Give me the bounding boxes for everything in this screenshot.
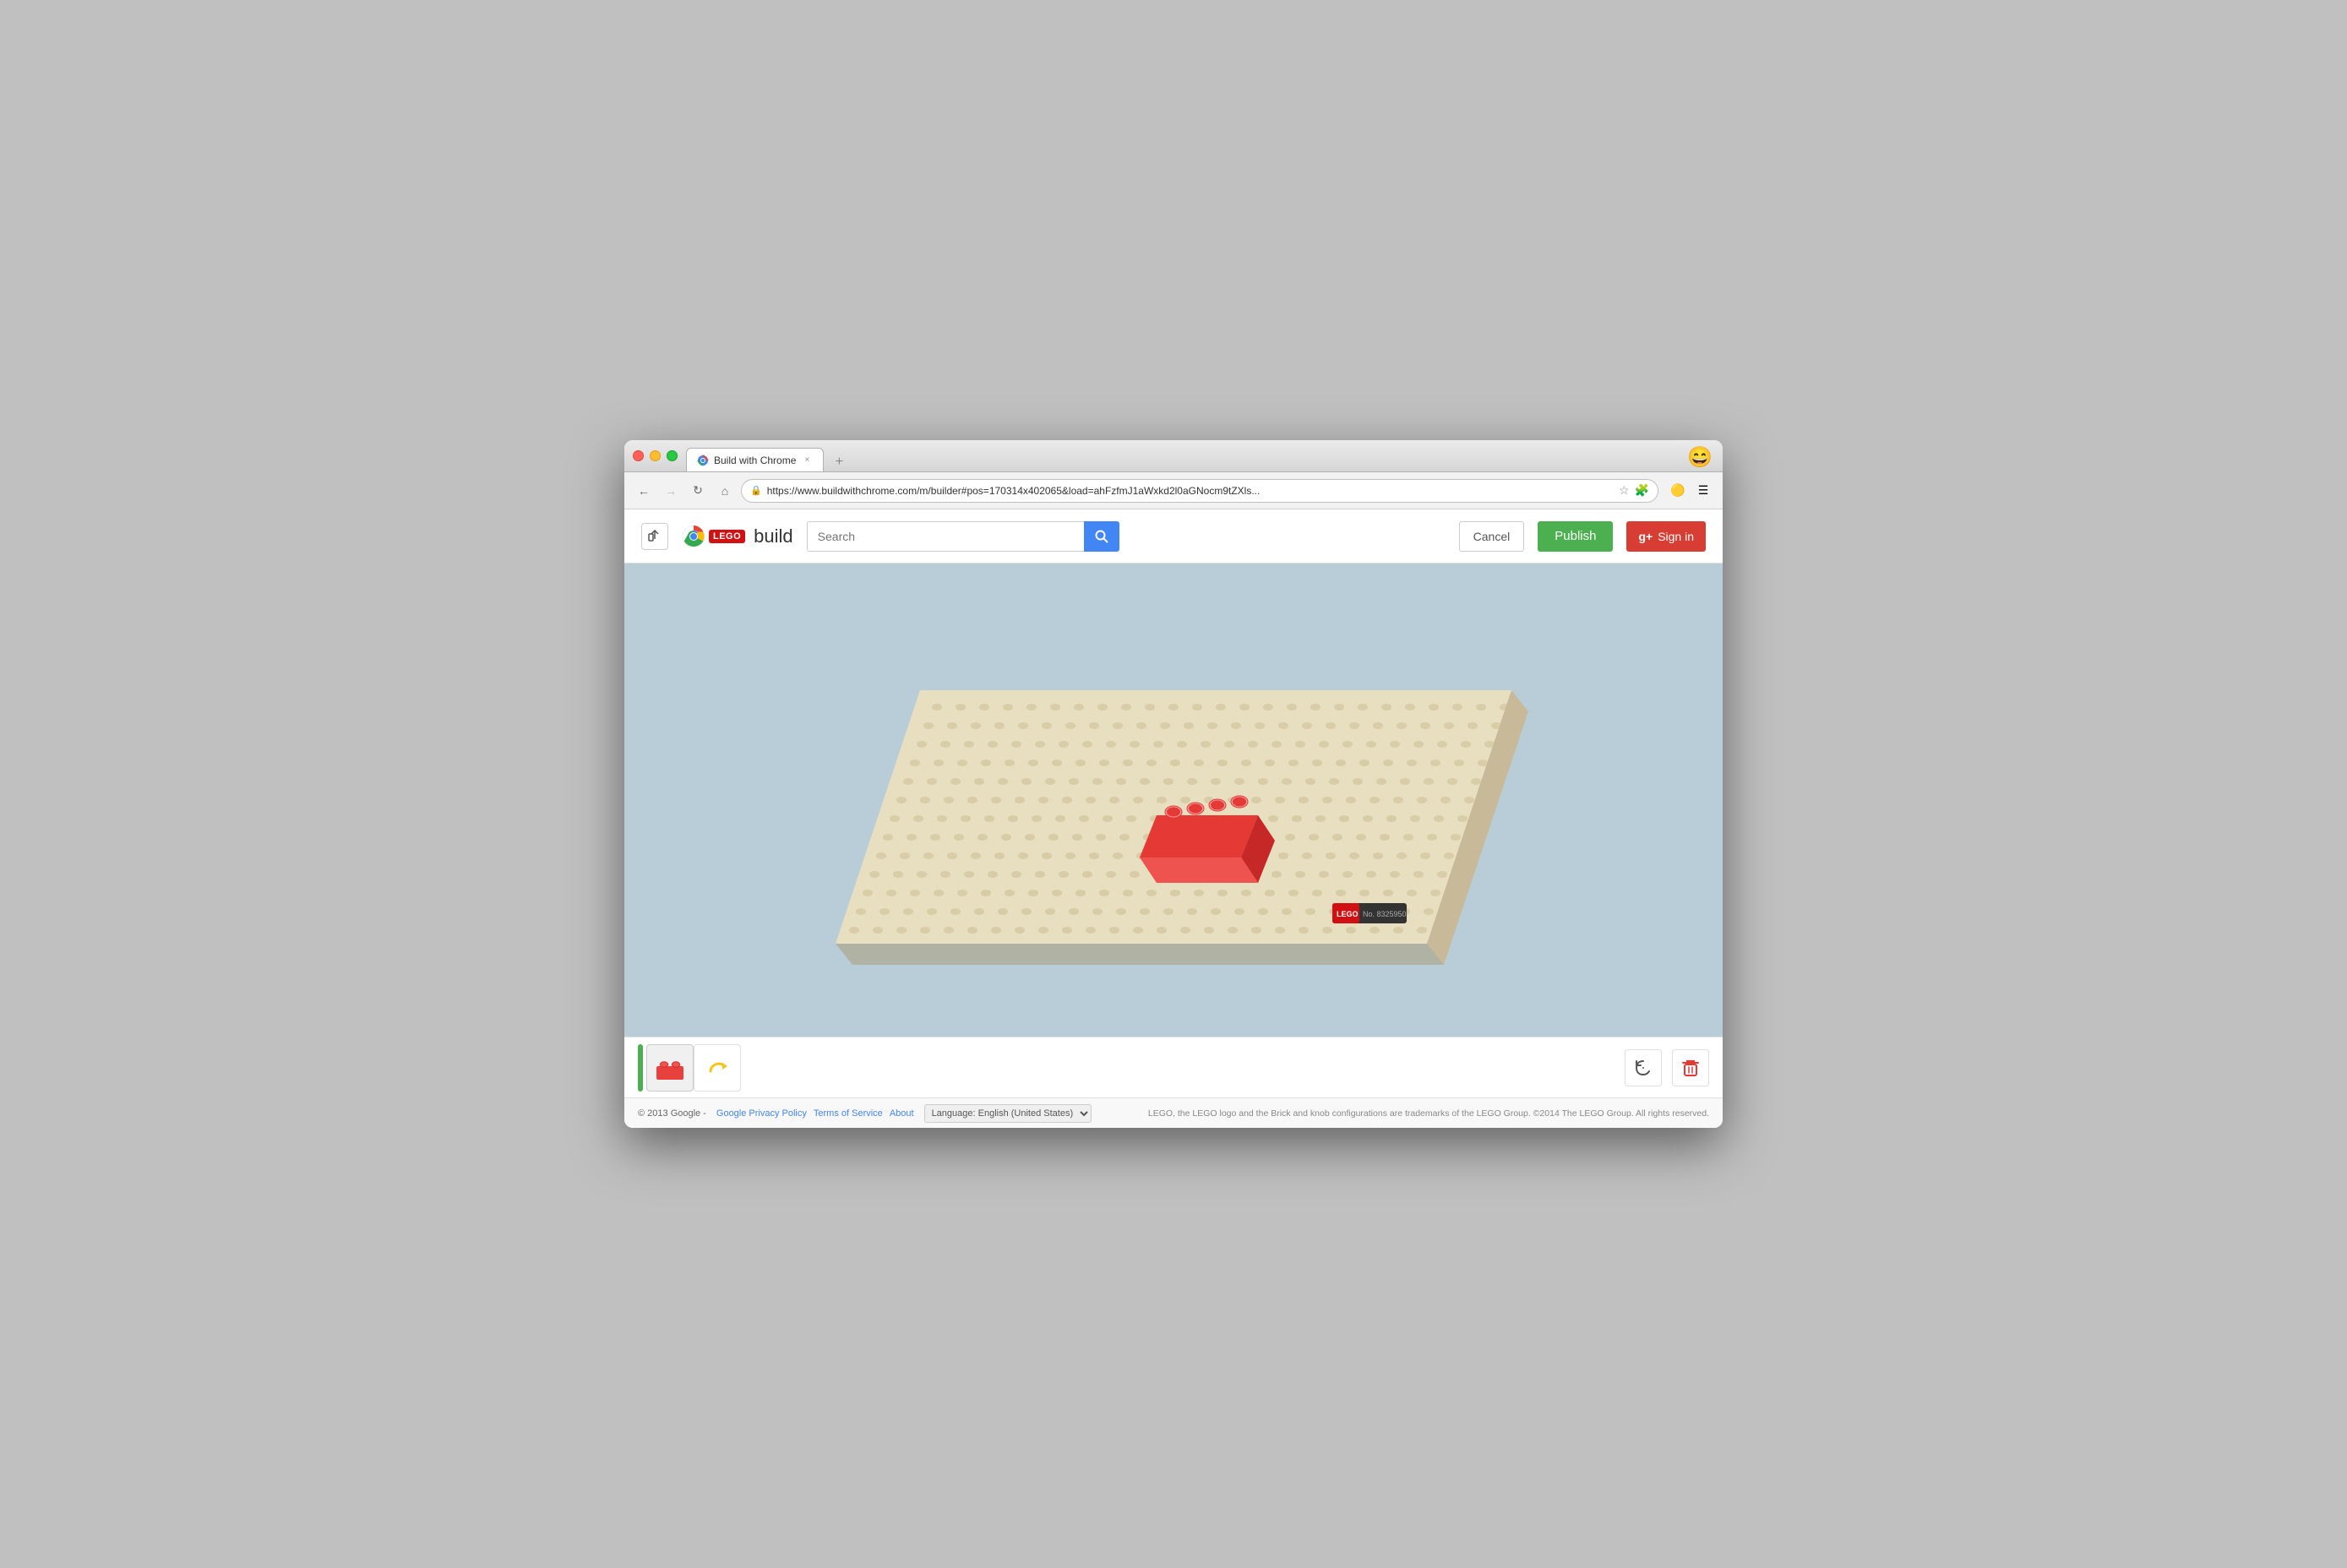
secure-icon: 🔒	[750, 485, 762, 496]
rotate-icon	[704, 1054, 731, 1081]
home-button[interactable]: ⌂	[714, 480, 736, 502]
bottom-toolbar	[624, 1037, 1723, 1097]
privacy-policy-link[interactable]: Google Privacy Policy	[716, 1108, 807, 1119]
emoji-decoration: 😄	[1687, 445, 1713, 470]
url-text: https://www.buildwithchrome.com/m/builde…	[767, 485, 1614, 497]
title-bar: Build with Chrome × + 😄	[624, 440, 1723, 472]
signin-label: Sign in	[1658, 530, 1694, 543]
new-tab-button[interactable]: +	[827, 453, 851, 471]
search-input[interactable]	[807, 521, 1084, 552]
trash-icon	[1680, 1058, 1701, 1078]
selected-brick-slot[interactable]	[646, 1044, 694, 1092]
url-bar[interactable]: 🔒 https://www.buildwithchrome.com/m/buil…	[741, 479, 1658, 503]
share-icon	[648, 530, 662, 543]
about-link[interactable]: About	[890, 1108, 914, 1119]
search-icon	[1095, 530, 1108, 543]
terms-of-service-link[interactable]: Terms of Service	[814, 1108, 883, 1119]
bookmark-icon[interactable]: ☆	[1619, 483, 1630, 498]
red-brick-thumbnail	[653, 1051, 687, 1085]
palette-indicator	[638, 1044, 643, 1092]
footer: © 2013 Google - Google Privacy Policy Te…	[624, 1097, 1723, 1128]
language-selector[interactable]: Language: English (United States)	[924, 1104, 1092, 1123]
build-label: build	[754, 525, 792, 547]
lego-badge: LEGO	[709, 530, 745, 543]
brick-palette	[638, 1044, 741, 1092]
browser-tab[interactable]: Build with Chrome ×	[686, 448, 824, 471]
svg-text:LEGO: LEGO	[1337, 910, 1359, 918]
lego-scene-svg: LEGO No. 8325950	[793, 589, 1554, 1011]
main-canvas[interactable]: LEGO No. 8325950	[624, 564, 1723, 1037]
close-window-button[interactable]	[633, 450, 644, 461]
back-button[interactable]: ←	[633, 480, 655, 502]
search-button[interactable]	[1084, 521, 1119, 552]
reload-button[interactable]: ↻	[687, 480, 709, 502]
share-button[interactable]	[641, 523, 668, 550]
chrome-menu-button[interactable]: ☰	[1692, 480, 1714, 502]
rotate-slot[interactable]	[694, 1044, 741, 1092]
search-bar-container	[807, 521, 1119, 552]
tab-bar: Build with Chrome × +	[686, 440, 851, 471]
lego-extension-button[interactable]: 🟡	[1667, 480, 1689, 502]
publish-button[interactable]: Publish	[1538, 521, 1613, 552]
logo-area: LEGO build	[682, 525, 793, 548]
extension-icon[interactable]: 🧩	[1635, 483, 1649, 498]
traffic-lights	[633, 450, 678, 461]
footer-copyright-notice: LEGO, the LEGO logo and the Brick and kn…	[1148, 1108, 1709, 1119]
svg-text:No. 8325950: No. 8325950	[1363, 910, 1407, 918]
maximize-window-button[interactable]	[667, 450, 678, 461]
delete-button[interactable]	[1672, 1049, 1709, 1086]
minimize-window-button[interactable]	[650, 450, 661, 461]
app-header: LEGO build Cancel Publish g+ Sign in	[624, 509, 1723, 564]
chrome-logo-icon	[682, 525, 705, 548]
toolbar-actions-right	[1625, 1049, 1709, 1086]
tab-favicon	[697, 455, 709, 466]
tab-title: Build with Chrome	[714, 455, 796, 466]
tab-close-button[interactable]: ×	[801, 455, 813, 466]
mac-window: Build with Chrome × + 😄 ← → ↻ ⌂ 🔒 https:…	[624, 440, 1723, 1128]
footer-copyright: © 2013 Google -	[638, 1108, 706, 1119]
undo-icon	[1633, 1058, 1653, 1078]
undo-button[interactable]	[1625, 1049, 1662, 1086]
address-bar: ← → ↻ ⌂ 🔒 https://www.buildwithchrome.co…	[624, 472, 1723, 509]
forward-button[interactable]: →	[660, 480, 682, 502]
cancel-button[interactable]: Cancel	[1459, 521, 1525, 552]
signin-button[interactable]: g+ Sign in	[1626, 521, 1706, 552]
gplus-icon: g+	[1638, 530, 1653, 543]
browser-toolbar-icons: 🟡 ☰	[1667, 480, 1714, 502]
